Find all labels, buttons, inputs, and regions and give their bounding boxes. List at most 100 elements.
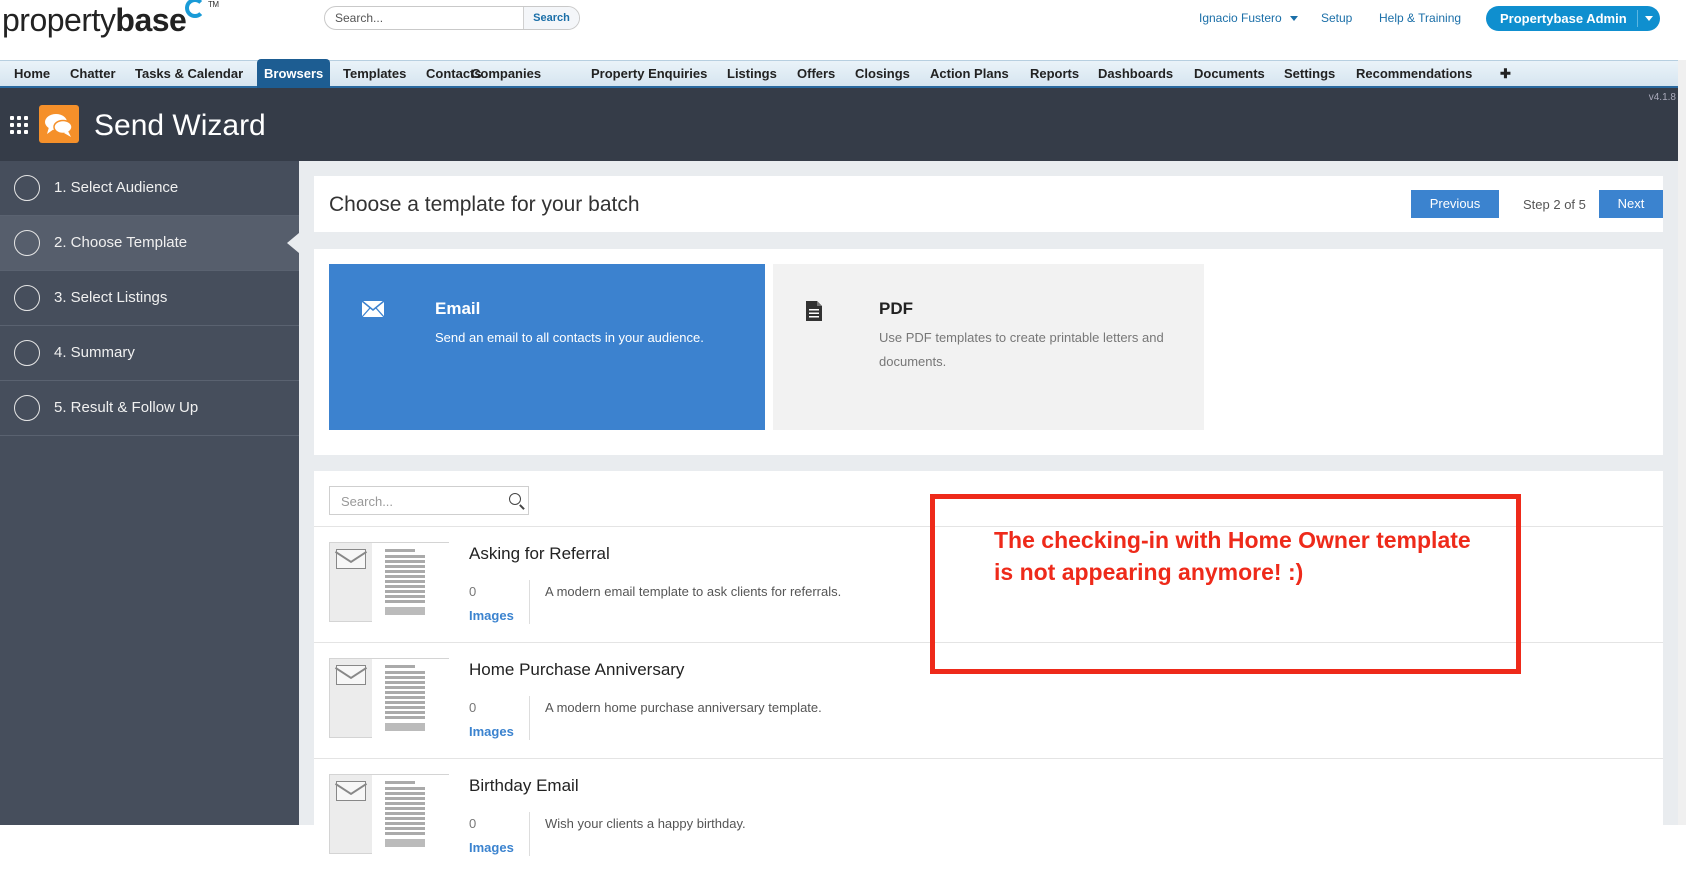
setup-link[interactable]: Setup bbox=[1321, 11, 1352, 25]
wizard-step-label: 4. Summary bbox=[54, 344, 135, 361]
wizard-step-select-listings[interactable]: 3. Select Listings bbox=[0, 271, 299, 326]
template-description: A modern home purchase anniversary templ… bbox=[545, 700, 822, 715]
tab-chatter[interactable]: Chatter bbox=[63, 61, 123, 87]
tab-reports[interactable]: Reports bbox=[1023, 61, 1086, 87]
email-template-type-card[interactable]: Email Send an email to all contacts in y… bbox=[329, 264, 765, 430]
app-header: Send Wizard v4.1.8 bbox=[0, 88, 1678, 161]
next-button[interactable]: Next bbox=[1599, 190, 1663, 218]
wizard-step-label: 1. Select Audience bbox=[54, 179, 179, 196]
email-card-description: Send an email to all contacts in your au… bbox=[435, 330, 704, 345]
row-divider bbox=[529, 812, 530, 856]
top-bar: propertybase TM Search Ignacio Fustero S… bbox=[0, 0, 1686, 60]
step-status-circle-icon bbox=[14, 175, 40, 201]
document-icon bbox=[805, 300, 823, 327]
user-menu[interactable]: Ignacio Fustero bbox=[1199, 11, 1298, 25]
global-search-input[interactable] bbox=[333, 10, 513, 26]
previous-button[interactable]: Previous bbox=[1411, 190, 1499, 218]
template-title[interactable]: Asking for Referral bbox=[469, 544, 610, 564]
step-status-circle-icon bbox=[14, 395, 40, 421]
template-thumbnail bbox=[329, 542, 449, 622]
document-preview bbox=[372, 659, 449, 738]
main-nav: Home Chatter Tasks & Calendar Browsers T… bbox=[0, 59, 1678, 88]
envelope-icon bbox=[361, 300, 385, 323]
template-title[interactable]: Home Purchase Anniversary bbox=[469, 660, 684, 680]
annotation-text: The checking-in with Home Owner template… bbox=[994, 527, 1471, 585]
main-content: Choose a template for your batch Previou… bbox=[299, 161, 1678, 856]
global-search: Search bbox=[324, 6, 580, 30]
row-divider bbox=[529, 696, 530, 740]
template-search-input[interactable] bbox=[339, 493, 499, 510]
chat-bubbles-icon bbox=[39, 105, 79, 143]
tab-closings[interactable]: Closings bbox=[848, 61, 917, 87]
image-count: 0 bbox=[469, 584, 477, 599]
template-description: A modern email template to ask clients f… bbox=[545, 584, 842, 599]
tab-home[interactable]: Home bbox=[7, 61, 57, 87]
wizard-step-label: 3. Select Listings bbox=[54, 289, 168, 306]
app-title: Send Wizard bbox=[94, 109, 266, 142]
document-preview bbox=[372, 775, 449, 854]
tab-property-enquiries[interactable]: Property Enquiries bbox=[584, 61, 714, 87]
user-name: Ignacio Fustero bbox=[1199, 11, 1282, 25]
tab-companies[interactable]: Companies bbox=[464, 61, 548, 87]
add-tab-plus-icon[interactable]: ✚ bbox=[1493, 61, 1518, 87]
step-status-circle-icon bbox=[14, 230, 40, 256]
template-title[interactable]: Birthday Email bbox=[469, 776, 579, 796]
envelope-icon bbox=[336, 665, 366, 685]
wizard-step-summary[interactable]: 4. Summary bbox=[0, 326, 299, 381]
tab-listings[interactable]: Listings bbox=[720, 61, 784, 87]
images-link[interactable]: Images bbox=[469, 608, 514, 623]
envelope-icon bbox=[336, 549, 366, 569]
step-status-circle-icon bbox=[14, 285, 40, 311]
row-divider bbox=[529, 580, 530, 624]
image-count: 0 bbox=[469, 816, 477, 831]
app-launcher-icon[interactable] bbox=[10, 116, 28, 134]
step-counter: Step 2 of 5 bbox=[1523, 197, 1586, 212]
tab-browsers[interactable]: Browsers bbox=[257, 59, 331, 88]
tab-recommendations[interactable]: Recommendations bbox=[1349, 61, 1479, 87]
wizard-step-choose-template[interactable]: 2. Choose Template bbox=[0, 216, 299, 271]
logo-mark-icon bbox=[185, 0, 205, 18]
email-card-title: Email bbox=[435, 299, 481, 318]
wizard-step-label: 2. Choose Template bbox=[54, 234, 188, 251]
help-training-link[interactable]: Help & Training bbox=[1379, 11, 1461, 25]
template-type-panel: Email Send an email to all contacts in y… bbox=[314, 249, 1663, 455]
active-step-pointer-icon bbox=[287, 233, 299, 253]
admin-button-label: Propertybase Admin bbox=[1500, 11, 1627, 26]
admin-button-divider bbox=[1637, 10, 1638, 27]
wizard-step-label: 5. Result & Follow Up bbox=[54, 399, 199, 416]
images-link[interactable]: Images bbox=[469, 840, 514, 855]
template-thumbnail bbox=[329, 774, 449, 854]
tab-action-plans[interactable]: Action Plans bbox=[923, 61, 1016, 87]
chevron-down-icon[interactable] bbox=[1645, 16, 1653, 21]
pdf-template-type-card[interactable]: PDF Use PDF templates to create printabl… bbox=[773, 264, 1204, 430]
pdf-card-title: PDF bbox=[879, 299, 913, 318]
tab-dashboards[interactable]: Dashboards bbox=[1091, 61, 1180, 87]
global-search-button[interactable]: Search bbox=[523, 7, 579, 29]
template-search bbox=[329, 486, 529, 515]
wizard-steps-sidebar: 1. Select Audience 2. Choose Template 3.… bbox=[0, 161, 299, 825]
propertybase-admin-button[interactable]: Propertybase Admin bbox=[1486, 6, 1660, 31]
propertybase-logo[interactable]: propertybase TM bbox=[2, 0, 219, 39]
envelope-icon bbox=[336, 781, 366, 801]
pdf-card-description: Use PDF templates to create printable le… bbox=[879, 330, 1164, 369]
tab-offers[interactable]: Offers bbox=[790, 61, 842, 87]
wizard-step-result-follow-up[interactable]: 5. Result & Follow Up bbox=[0, 381, 299, 436]
chevron-down-icon bbox=[1289, 16, 1298, 22]
template-row-birthday-email[interactable]: Birthday Email 0 Images Wish your client… bbox=[314, 758, 1663, 874]
window-scrollbar[interactable] bbox=[1678, 60, 1686, 825]
step-status-circle-icon bbox=[14, 340, 40, 366]
template-thumbnail bbox=[329, 658, 449, 738]
template-description: Wish your clients a happy birthday. bbox=[545, 816, 746, 831]
image-count: 0 bbox=[469, 700, 477, 715]
page-title: Choose a template for your batch bbox=[329, 193, 640, 216]
images-link[interactable]: Images bbox=[469, 724, 514, 739]
wizard-header-panel: Choose a template for your batch Previou… bbox=[314, 176, 1663, 232]
logo-text-light: property bbox=[2, 2, 116, 38]
tab-tasks-calendar[interactable]: Tasks & Calendar bbox=[128, 61, 250, 87]
tab-documents[interactable]: Documents bbox=[1187, 61, 1272, 87]
document-preview bbox=[372, 543, 449, 622]
search-icon[interactable] bbox=[509, 493, 521, 505]
tab-templates[interactable]: Templates bbox=[336, 61, 413, 87]
tab-settings[interactable]: Settings bbox=[1277, 61, 1342, 87]
wizard-step-select-audience[interactable]: 1. Select Audience bbox=[0, 161, 299, 216]
